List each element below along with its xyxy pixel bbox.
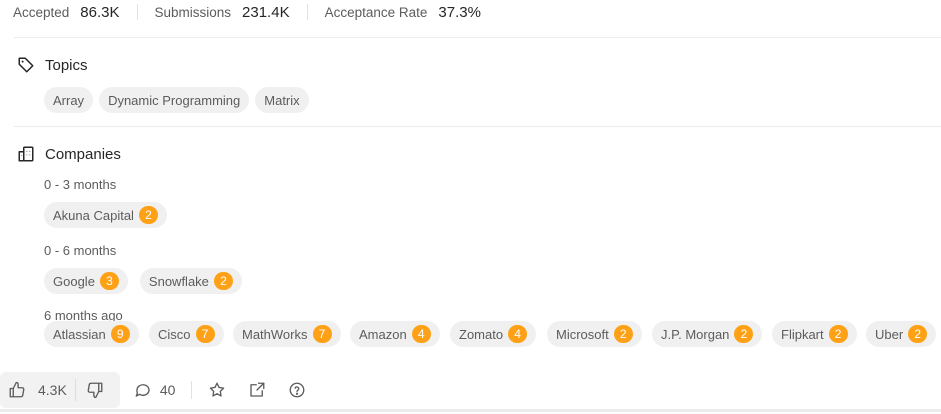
topics-header[interactable]: Topics [16, 55, 88, 75]
count-badge: 9 [110, 325, 130, 343]
vote-group: 4.3K [0, 371, 120, 408]
company-tag[interactable]: Snowflake 2 [139, 268, 242, 294]
stat-submissions: Submissions 231.4K [155, 4, 290, 21]
company-tag[interactable]: Flipkart 2 [772, 321, 857, 347]
company-tag[interactable]: Zomato 4 [450, 321, 537, 347]
company-name: Snowflake [148, 273, 209, 289]
company-tag[interactable]: J.P. Morgan 2 [652, 321, 763, 347]
company-tag[interactable]: Google 3 [44, 268, 128, 294]
count-badge: 2 [213, 272, 233, 290]
help-icon [288, 381, 306, 399]
topic-tags: Array Dynamic Programming Matrix [44, 87, 315, 113]
count-badge: 7 [312, 325, 332, 343]
company-name: Flipkart [781, 326, 824, 342]
comment-count: 40 [159, 381, 176, 398]
stat-label: Accepted [13, 4, 70, 20]
companies-title: Companies [45, 145, 121, 163]
company-name: Akuna Capital [53, 207, 134, 223]
company-tag[interactable]: MathWorks 7 [233, 321, 341, 347]
stat-acceptance-rate: Acceptance Rate 37.3% [325, 4, 481, 21]
divider [14, 37, 941, 38]
stat-label: Acceptance Rate [324, 4, 428, 20]
period-label: 0 - 3 months [44, 177, 117, 192]
topic-tag[interactable]: Dynamic Programming [99, 87, 250, 113]
count-badge: 2 [734, 325, 754, 343]
count-badge: 7 [195, 325, 215, 343]
stat-value: 37.3% [438, 3, 481, 21]
help-button[interactable] [288, 381, 306, 399]
divider [136, 4, 138, 20]
stat-value: 231.4K [242, 3, 290, 21]
divider [14, 126, 941, 127]
count-badge: 2 [138, 206, 158, 224]
topics-title: Topics [45, 56, 88, 74]
company-name: Cisco [158, 326, 191, 342]
company-tags: Google 3 Snowflake 2 [44, 268, 248, 294]
thumbs-up-icon [8, 381, 32, 399]
comment-icon [134, 381, 152, 399]
company-tag[interactable]: Atlassian 9 [44, 321, 139, 347]
company-name: Atlassian [53, 326, 106, 342]
company-tag[interactable]: Microsoft 2 [547, 321, 642, 347]
tag-icon [16, 55, 36, 75]
companies-header[interactable]: Companies [16, 144, 121, 164]
divider [306, 4, 308, 20]
company-tag[interactable]: Uber 2 [866, 321, 937, 347]
period-label: 0 - 6 months [44, 243, 117, 258]
company-tag[interactable]: Cisco 7 [149, 321, 224, 347]
thumbs-down-icon [86, 381, 110, 399]
count-badge: 3 [99, 272, 119, 290]
company-tags: Akuna Capital 2 [44, 202, 173, 228]
favorite-button[interactable] [208, 381, 226, 399]
company-tag[interactable]: Amazon 4 [350, 321, 440, 347]
stat-accepted: Accepted 86.3K [13, 4, 120, 21]
topic-tag[interactable]: Array [44, 87, 94, 113]
company-name: Microsoft [556, 326, 609, 342]
count-badge: 2 [613, 325, 633, 343]
divider [191, 380, 193, 399]
company-tag[interactable]: Akuna Capital 2 [44, 202, 167, 228]
dislike-button[interactable] [76, 372, 120, 408]
count-badge: 2 [908, 325, 928, 343]
stat-label: Submissions [154, 4, 232, 20]
stats-row: Accepted 86.3K Submissions 231.4K Accept… [13, 0, 481, 24]
count-badge: 4 [508, 325, 528, 343]
like-button[interactable]: 4.3K [0, 372, 75, 408]
stat-value: 86.3K [80, 3, 120, 21]
count-badge: 4 [411, 325, 431, 343]
action-bar: 4.3K 40 [0, 370, 941, 412]
company-name: Uber [875, 326, 904, 342]
topic-tag[interactable]: Matrix [255, 87, 309, 113]
count-badge: 2 [828, 325, 848, 343]
company-name: Zomato [459, 326, 504, 342]
company-name: MathWorks [242, 326, 308, 342]
company-name: Amazon [359, 326, 407, 342]
company-name: Google [53, 273, 95, 289]
like-count: 4.3K [38, 381, 67, 398]
comments-button[interactable]: 40 [134, 381, 176, 399]
star-icon [208, 381, 226, 399]
company-name: J.P. Morgan [661, 326, 730, 342]
building-icon [16, 144, 36, 164]
share-icon [248, 381, 266, 399]
share-button[interactable] [248, 381, 266, 399]
